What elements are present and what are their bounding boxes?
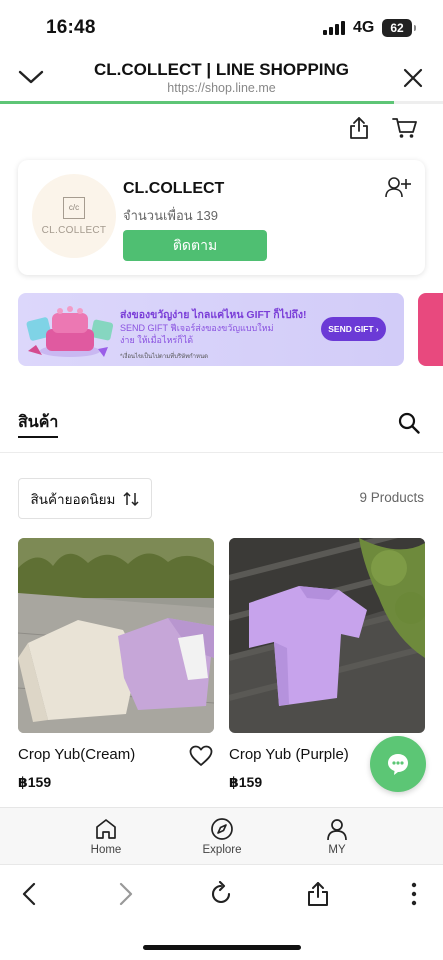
browser-header: CL.COLLECT | LINE SHOPPING https://shop.… — [0, 54, 443, 104]
app-bottom-nav: Home Explore MY — [0, 807, 443, 864]
reload-icon[interactable] — [208, 881, 234, 907]
product-count: 9 Products — [359, 490, 424, 505]
divider — [0, 452, 443, 453]
status-bar: 16:48 4G 62 — [0, 0, 443, 54]
network-type: 4G — [353, 19, 375, 36]
sort-button[interactable]: สินค้ายอดนิยม — [18, 478, 152, 519]
follow-button[interactable]: ติดตาม — [123, 230, 267, 261]
page-url: https://shop.line.me — [167, 81, 276, 95]
close-icon[interactable] — [403, 68, 423, 88]
heart-icon[interactable] — [189, 745, 213, 767]
shop-logo[interactable]: c/c CL.COLLECT — [32, 174, 116, 258]
nav-my[interactable]: MY — [297, 817, 377, 856]
battery-icon: 62 — [382, 19, 416, 37]
home-indicator — [143, 945, 301, 950]
product-price: ฿159 — [229, 774, 263, 790]
nav-explore-label: Explore — [202, 844, 242, 856]
add-friend-icon[interactable] — [385, 176, 411, 198]
home-icon — [96, 819, 116, 839]
shop-friend-count: จำนวนเพื่อน 139 — [123, 208, 218, 223]
banner-subtext-line2: ง่าย ให้เมื่อไหร่ก็ได้ — [120, 335, 194, 345]
back-icon[interactable] — [17, 881, 43, 907]
person-icon — [327, 819, 347, 841]
next-banner-peek[interactable] — [418, 293, 443, 366]
chat-button[interactable] — [370, 736, 426, 792]
compass-icon — [211, 818, 233, 840]
nav-home[interactable]: Home — [66, 817, 146, 856]
shop-logo-mark: c/c — [63, 196, 85, 219]
nav-explore[interactable]: Explore — [182, 817, 262, 856]
nav-home-label: Home — [90, 844, 122, 856]
tab-products[interactable]: สินค้า — [18, 410, 58, 435]
product-image-purple[interactable] — [229, 538, 425, 733]
product-name[interactable]: Crop Yub (Purple) — [229, 746, 349, 763]
more-options-icon[interactable] — [401, 881, 427, 907]
shop-card: c/c CL.COLLECT CL.COLLECT จำนวนเพื่อน 13… — [18, 160, 425, 275]
share-icon[interactable] — [348, 116, 370, 140]
status-time: 16:48 — [46, 17, 96, 38]
shop-name: CL.COLLECT — [123, 180, 225, 197]
page-title: CL.COLLECT | LINE SHOPPING — [93, 60, 350, 79]
product-price: ฿159 — [18, 774, 52, 790]
sort-icon — [123, 491, 139, 506]
search-icon[interactable] — [398, 412, 420, 434]
loading-progress-fill — [0, 101, 395, 104]
send-gift-button[interactable]: SEND GIFT › — [321, 317, 386, 341]
forward-icon[interactable] — [112, 881, 138, 907]
sort-label: สินค้ายอดนิยม — [30, 491, 116, 507]
signal-icon — [323, 21, 345, 35]
cart-icon[interactable] — [392, 117, 418, 139]
share-icon[interactable] — [305, 881, 331, 907]
shop-logo-text: CL.COLLECT — [41, 224, 107, 236]
chat-bubble-icon — [388, 754, 408, 775]
loading-progress — [0, 101, 443, 104]
tab-active-indicator — [18, 436, 58, 438]
banner-note: *เงื่อนไขเป็นไปตามที่บริษัทกำหนด — [120, 354, 208, 360]
nav-my-label: MY — [328, 844, 346, 856]
battery-level: 62 — [390, 21, 404, 35]
banner-subtext: SEND GIFT ฟีเจอร์ส่งของขวัญแบบใหม่ ง่าย … — [120, 322, 310, 346]
promo-banner[interactable]: ส่งของขวัญง่าย ไกลแค่ไหน GIFT ก็ไปถึง! S… — [18, 293, 404, 366]
product-image-cream[interactable] — [18, 538, 214, 733]
banner-subtext-line1: SEND GIFT ฟีเจอร์ส่งของขวัญแบบใหม่ — [120, 323, 274, 333]
gift-cake-illustration — [26, 306, 114, 357]
product-name[interactable]: Crop Yub(Cream) — [18, 746, 135, 763]
banner-headline: ส่งของขวัญง่าย ไกลแค่ไหน GIFT ก็ไปถึง! — [120, 309, 307, 321]
